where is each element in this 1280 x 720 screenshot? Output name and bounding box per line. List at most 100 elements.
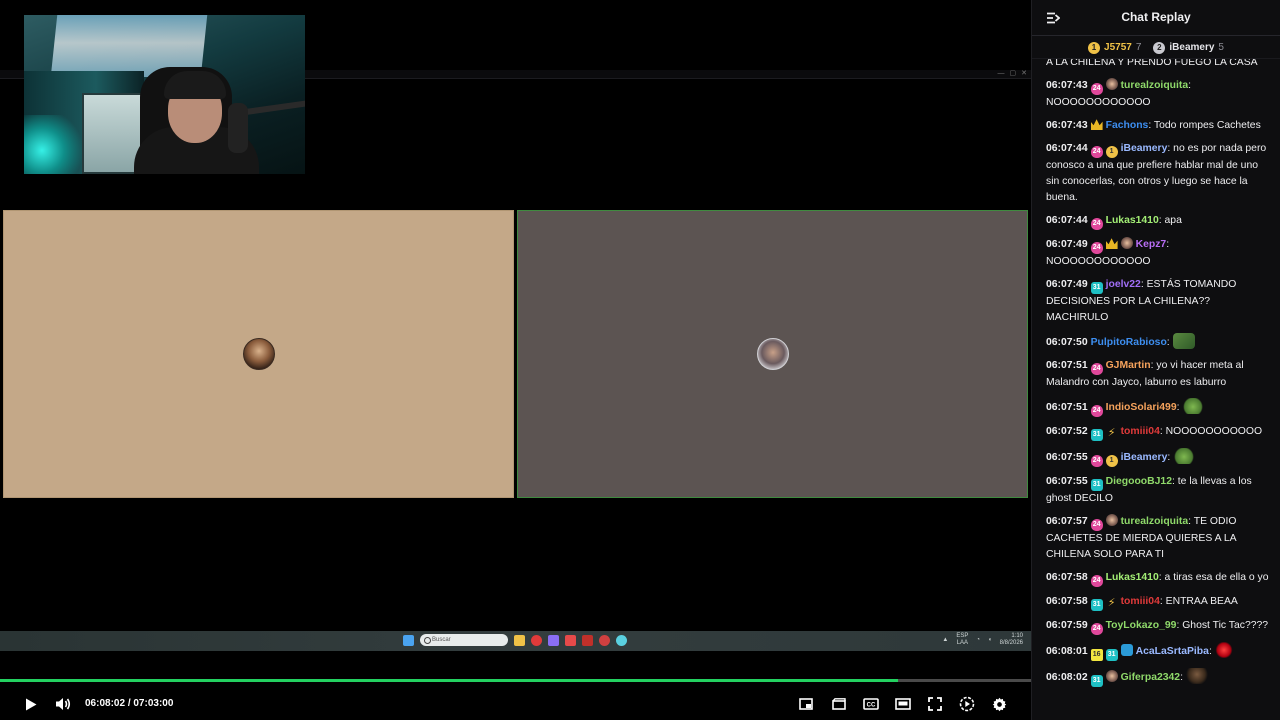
chat-username[interactable]: Giferpa2342 [1121,672,1181,683]
message-timestamp[interactable]: 06:07:52 [1046,426,1088,437]
volume-button[interactable] [54,695,72,713]
clip-button[interactable] [830,695,848,713]
custom-badge-icon[interactable] [1105,670,1118,682]
chat-username[interactable]: DiegoooBJ12 [1106,476,1172,487]
subscriber-tier-badge-icon[interactable]: 31 [1090,479,1103,491]
chat-message: 06:07:44 24 Lukas1410: apa [1046,213,1270,230]
frog-emote-icon[interactable] [1173,448,1196,464]
chat-username[interactable]: Lukas1410 [1106,215,1159,226]
theatre-mode-button[interactable] [894,695,912,713]
message-timestamp[interactable]: 06:07:49 [1046,239,1088,250]
chat-message: 06:08:01 16 31 AcaLaSrtaPiba: [1046,642,1270,661]
leaderboard-username[interactable]: iBeamery [1169,42,1214,53]
chat-username[interactable]: tomiii04 [1121,596,1160,607]
message-timestamp[interactable]: 06:07:44 [1046,215,1088,226]
chat-username[interactable]: Fachons [1106,120,1149,131]
subscriber-tier-badge-icon[interactable]: 31 [1105,649,1118,661]
crown-badge-icon[interactable] [1090,119,1103,130]
chat-username[interactable]: joelv22 [1106,279,1141,290]
lightning-badge-icon[interactable]: ⚡ [1106,597,1118,609]
custom-badge-icon[interactable] [1120,237,1133,249]
subscriber-badge-icon[interactable]: 24 [1090,405,1103,417]
subscriber-badge-icon[interactable]: 24 [1090,575,1103,587]
app-icon [616,634,627,646]
chat-username[interactable]: PulpitoRabioso [1091,337,1167,348]
subscriber-tier-badge-icon[interactable]: 31 [1090,675,1103,687]
leaderboard-score: 5 [1218,42,1224,53]
chat-username[interactable]: ToyLokazo_99 [1106,620,1177,631]
rank-medal-icon: 1 [1088,41,1101,54]
message-timestamp[interactable]: 06:07:55 [1046,452,1088,463]
gear-icon [992,697,1006,711]
chat-username[interactable]: IndioSolari499 [1106,402,1177,413]
picture-in-picture-icon [799,698,813,710]
subscriber-badge-icon[interactable]: 24 [1090,623,1103,635]
money-emote-icon[interactable] [1172,333,1195,349]
message-timestamp[interactable]: 06:07:51 [1046,402,1088,413]
fullscreen-button[interactable] [926,695,944,713]
chat-username[interactable]: Lukas1410 [1106,572,1159,583]
custom-badge-icon[interactable] [1105,514,1118,526]
picture-in-picture-button[interactable] [797,695,815,713]
subscriber-badge-icon[interactable]: 24 [1090,363,1103,375]
bits-badge-icon[interactable]: 16 [1090,649,1103,661]
chat-message: 06:07:51 24 IndioSolari499: [1046,398,1270,417]
chat-username[interactable]: AcaLaSrtaPiba [1136,646,1209,657]
play-button[interactable] [22,695,40,713]
chat-message: 06:07:51 24 GJMartin: yo vi hacer meta al … [1046,360,1244,388]
message-timestamp[interactable]: 06:07:57 [1046,516,1088,527]
total-duration: 07:03:00 [133,698,174,709]
subscriber-badge-icon[interactable]: 24 [1090,455,1103,467]
chat-message-text: a tiras esa de ella o yo [1164,572,1269,583]
subscriber-tier-badge-icon[interactable]: 31 [1090,282,1103,294]
message-timestamp[interactable]: 06:07:49 [1046,279,1088,290]
leaderboard-username[interactable]: J5757 [1104,42,1132,53]
chat-username[interactable]: GJMartin [1106,360,1151,371]
subscriber-badge-icon[interactable]: 24 [1090,218,1103,230]
message-timestamp[interactable]: 06:07:43 [1046,80,1088,91]
playback-speed-button[interactable] [958,695,976,713]
chat-username[interactable]: turealzoiquita [1121,516,1189,527]
message-timestamp[interactable]: 06:07:50 [1046,337,1088,348]
rank-medal-icon: 2 [1153,41,1166,54]
prime-badge-icon[interactable] [1120,644,1133,656]
playback-speed-icon [959,696,975,712]
message-timestamp[interactable]: 06:07:43 [1046,120,1088,131]
message-timestamp[interactable]: 06:08:01 [1046,646,1088,657]
message-timestamp[interactable]: 06:07:58 [1046,596,1088,607]
chat-username[interactable]: iBeamery [1121,143,1168,154]
seek-bar[interactable] [0,679,1031,682]
message-timestamp[interactable]: 06:07:58 [1046,572,1088,583]
chat-username[interactable]: iBeamery [1121,452,1168,463]
message-timestamp[interactable]: 06:07:55 [1046,476,1088,487]
leaderboard-entry: 2 iBeamery 5 [1153,41,1224,54]
message-timestamp[interactable]: 06:07:59 [1046,620,1088,631]
lightning-badge-icon[interactable]: ⚡ [1106,427,1118,439]
crown-badge-icon[interactable] [1105,238,1118,249]
taskbar-search: Buscar [420,634,508,646]
frog-emote-icon[interactable] [1182,398,1205,414]
message-timestamp[interactable]: 06:07:44 [1046,143,1088,154]
video-player[interactable]: — ▢ ✕ Buscar ▲ ESP LAA ◔ ◖ 1:10 8/8/2026… [0,0,1031,720]
subscriber-badge-icon[interactable]: 24 [1090,519,1103,531]
settings-button[interactable] [990,695,1008,713]
ruby-emote-icon[interactable] [1214,642,1233,658]
closed-captions-button[interactable]: CC [862,695,880,713]
subscriber-badge-icon[interactable]: 24 [1090,83,1103,95]
leaderboard-badge-icon[interactable]: 1 [1105,455,1118,467]
windows-start-icon [403,634,414,646]
person-emote-icon[interactable] [1185,668,1208,684]
subscriber-tier-badge-icon[interactable]: 31 [1090,429,1103,441]
leaderboard-badge-icon[interactable]: 1 [1105,146,1118,158]
chat-username[interactable]: turealzoiquita [1121,80,1189,91]
subscriber-badge-icon[interactable]: 24 [1090,242,1103,254]
chat-username[interactable]: Kepz7 [1136,239,1167,250]
chat-username[interactable]: tomiii04 [1121,426,1160,437]
message-timestamp[interactable]: 06:08:02 [1046,672,1088,683]
custom-badge-icon[interactable] [1105,78,1118,90]
seek-bar-fill [0,679,898,682]
subscriber-badge-icon[interactable]: 24 [1090,146,1103,158]
message-timestamp[interactable]: 06:07:51 [1046,360,1088,371]
chat-message: 06:07:58 31 ⚡ tomiii04: ENTRAA BEAA [1046,596,1238,611]
subscriber-tier-badge-icon[interactable]: 31 [1090,599,1103,611]
